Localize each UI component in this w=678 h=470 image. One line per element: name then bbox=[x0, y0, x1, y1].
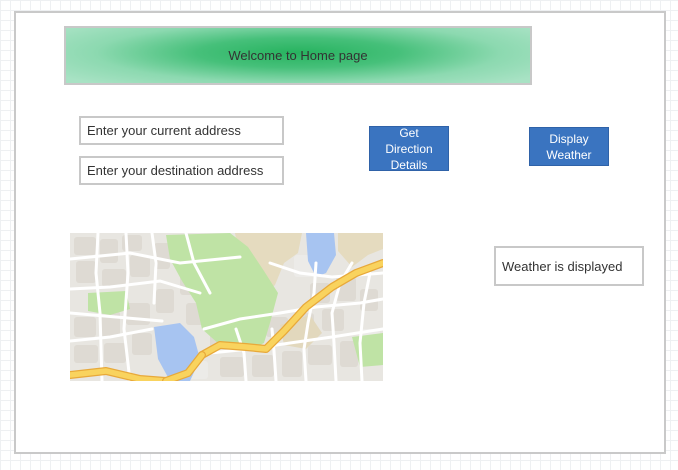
current-address-input[interactable] bbox=[79, 116, 284, 145]
map-graphic bbox=[70, 233, 383, 381]
banner-title: Welcome to Home page bbox=[228, 48, 368, 63]
map-view[interactable] bbox=[70, 233, 383, 381]
weather-status-text: Weather is displayed bbox=[502, 258, 623, 274]
weather-display-box: Weather is displayed bbox=[494, 246, 644, 286]
welcome-banner: Welcome to Home page bbox=[64, 26, 532, 85]
display-weather-button[interactable]: Display Weather bbox=[529, 127, 609, 166]
get-direction-details-button[interactable]: Get Direction Details bbox=[369, 126, 449, 172]
destination-address-input[interactable] bbox=[79, 156, 284, 185]
